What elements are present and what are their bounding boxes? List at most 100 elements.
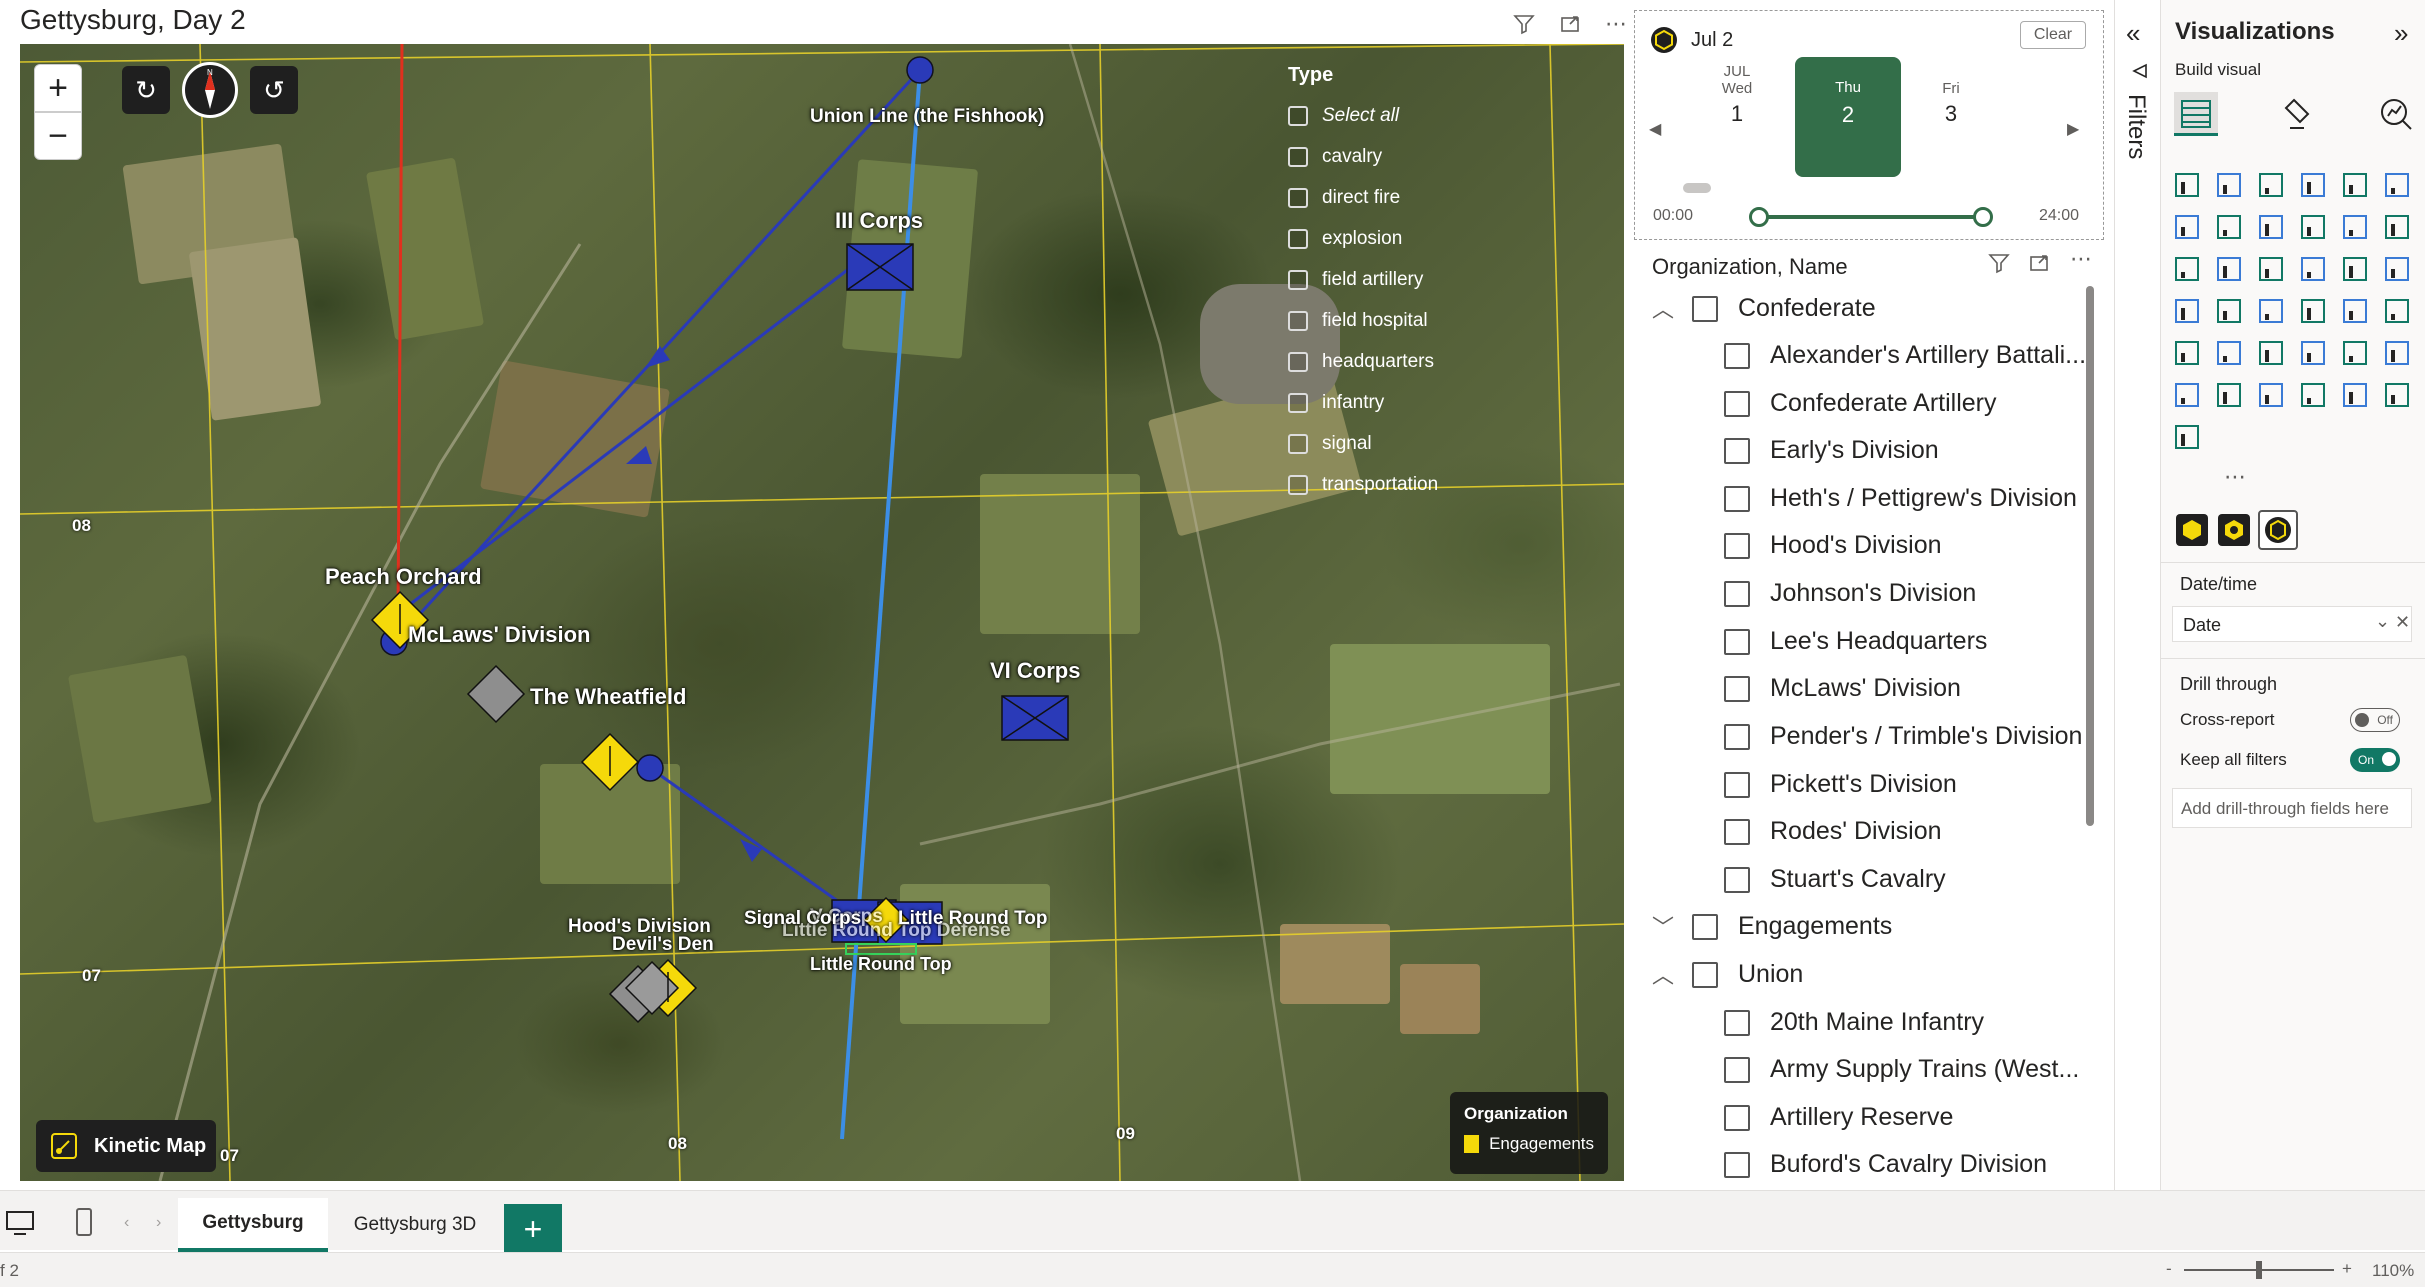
visual-type-icon[interactable] [2343,383,2367,407]
checkbox[interactable] [1724,1009,1750,1036]
collapse-visualizations-icon[interactable]: » [2394,18,2408,49]
range-start-handle[interactable] [1749,207,1769,227]
type-item-transportation[interactable]: transportation [1288,464,1438,505]
checkbox[interactable] [1724,675,1750,702]
drill-through-drop-zone[interactable]: Add drill-through fields here [2172,788,2412,828]
list-item[interactable]: Rodes' Division [1724,817,1942,846]
desktop-layout-icon[interactable] [4,1206,36,1238]
checkbox[interactable] [1692,961,1718,988]
visual-type-icon[interactable] [2217,299,2241,323]
visual-type-icon[interactable] [2217,257,2241,281]
timeline-next-icon[interactable]: ▶ [2067,119,2079,139]
list-item[interactable]: Buford's Cavalry Division [1724,1150,2047,1179]
zoom-out-control[interactable]: - [2166,1259,2172,1279]
visual-type-icon[interactable] [2175,173,2199,197]
org-legend-item-engagements[interactable]: Engagements [1464,1134,1594,1154]
visual-type-icon[interactable] [2385,341,2409,365]
mobile-layout-icon[interactable] [72,1206,96,1238]
type-item-cavalry[interactable]: cavalry [1288,136,1438,177]
visual-type-gallery[interactable] [2172,168,2422,498]
list-item[interactable]: Heth's / Pettigrew's Division [1724,484,2077,513]
checkbox[interactable] [1288,433,1308,454]
visual-type-icon[interactable] [2175,215,2199,239]
group-engagements[interactable]: Engagements [1692,912,1892,941]
visual-type-icon[interactable] [2217,173,2241,197]
kinetic-map-visual-icon-selected[interactable] [2258,510,2298,550]
visual-type-icon[interactable] [2343,341,2367,365]
checkbox[interactable] [1692,913,1718,940]
keep-all-filters-toggle[interactable]: On [2350,748,2400,772]
type-item-infantry[interactable]: infantry [1288,382,1438,423]
list-item[interactable]: Alexander's Artillery Battali... [1724,341,2086,370]
zoom-out-button[interactable]: − [34,112,82,160]
visual-type-icon[interactable] [2217,215,2241,239]
organization-slicer[interactable]: Organization, Name ⋯ ︿ Confederate Alexa… [1634,246,2104,1191]
zoom-level[interactable]: 110% [2372,1261,2414,1281]
more-options-icon[interactable]: ⋯ [2070,246,2092,272]
zoom-slider-handle[interactable] [2256,1261,2262,1279]
visual-type-icon[interactable] [2259,215,2283,239]
list-item[interactable]: Confederate Artillery [1724,389,1997,418]
zoom-in-control[interactable]: + [2342,1259,2352,1279]
timeline-prev-icon[interactable]: ◀ [1649,119,1661,139]
checkbox[interactable] [1724,390,1750,417]
page-tab-gettysburg-3d[interactable]: Gettysburg 3D [340,1198,490,1252]
collapse-chevron-icon[interactable]: ︿ [1652,292,1676,324]
list-item[interactable]: Pender's / Trimble's Division [1724,722,2082,751]
filters-label[interactable]: Filters [2122,94,2150,159]
visual-type-icon[interactable] [2343,215,2367,239]
rotate-right-icon[interactable]: ↺ [250,66,298,114]
checkbox[interactable] [1724,866,1750,893]
custom-visual-icon[interactable] [2176,514,2208,546]
checkbox[interactable] [1724,1056,1750,1083]
timeline-day-jul-1[interactable]: JUL Wed 1 [1697,63,1777,127]
checkbox[interactable] [1288,228,1308,249]
add-page-button[interactable]: + [504,1204,562,1254]
checkbox[interactable] [1288,351,1308,372]
checkbox[interactable] [1724,818,1750,845]
visual-type-icon[interactable] [2301,299,2325,323]
visual-type-icon[interactable] [2301,215,2325,239]
visual-type-icon[interactable] [2175,383,2199,407]
visual-type-icon[interactable] [2217,383,2241,407]
page-tab-gettysburg[interactable]: Gettysburg [178,1198,328,1252]
list-item[interactable]: McLaws' Division [1724,674,1961,703]
checkbox[interactable] [1724,532,1750,559]
visual-type-icon[interactable] [2259,341,2283,365]
list-item[interactable]: Johnson's Division [1724,579,1976,608]
type-item-select-all[interactable]: Select all [1288,95,1438,136]
type-item-signal[interactable]: signal [1288,423,1438,464]
filter-icon[interactable] [1510,10,1538,38]
analytics-tab[interactable] [2374,92,2418,136]
timeline-day-jul-3[interactable]: Fri 3 [1911,63,1991,127]
list-item[interactable]: 20th Maine Infantry [1724,1008,1984,1037]
group-union[interactable]: Union [1692,960,1803,989]
visual-type-icon[interactable] [2259,299,2283,323]
focus-mode-icon[interactable] [1556,10,1584,38]
checkbox[interactable] [1724,342,1750,369]
checkbox[interactable] [1724,1151,1750,1178]
checkbox[interactable] [1288,146,1308,167]
visual-type-icon[interactable] [2385,215,2409,239]
visual-type-icon[interactable] [2301,257,2325,281]
checkbox[interactable] [1724,1104,1750,1131]
remove-field-icon[interactable]: ✕ [2395,612,2410,633]
compass-icon[interactable]: N [182,62,238,118]
visual-type-icon[interactable] [2259,257,2283,281]
cross-report-toggle[interactable]: Off [2350,708,2400,732]
type-item-headquarters[interactable]: headquarters [1288,341,1438,382]
checkbox[interactable] [1724,580,1750,607]
visual-type-icon[interactable] [2385,383,2409,407]
visual-type-icon[interactable] [2343,173,2367,197]
next-page-icon[interactable]: › [156,1214,161,1232]
visual-type-icon[interactable] [2301,341,2325,365]
list-item[interactable]: Stuart's Cavalry [1724,865,1946,894]
type-item-field-artillery[interactable]: field artillery [1288,259,1438,300]
visual-type-icon[interactable] [2259,383,2283,407]
expand-chevron-icon[interactable]: ﹀ [1652,910,1676,942]
checkbox[interactable] [1288,187,1308,208]
list-item[interactable]: Hood's Division [1724,531,1942,560]
checkbox[interactable] [1288,105,1308,126]
checkbox[interactable] [1724,723,1750,750]
date-field-well[interactable]: Date ⌄ ✕ [2172,606,2412,642]
